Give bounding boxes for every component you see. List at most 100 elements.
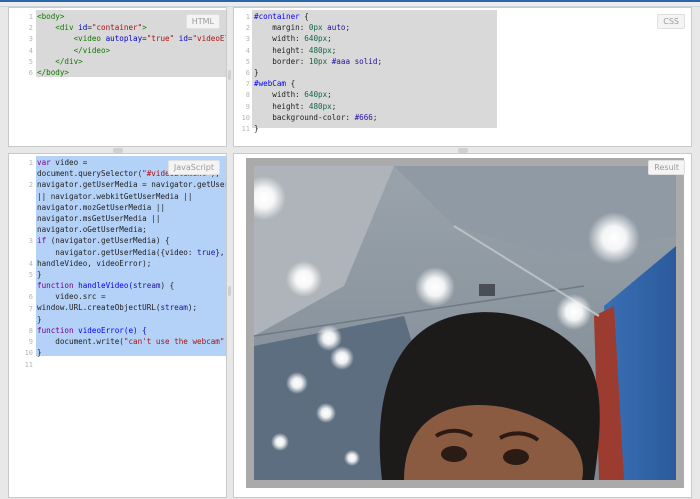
webcam-video[interactable] bbox=[254, 166, 676, 480]
line-number: 6 bbox=[28, 69, 33, 77]
code-token: videoError(e) { bbox=[78, 325, 147, 335]
code-line[interactable]: || navigator.webkitGetUserMedia || bbox=[37, 191, 226, 202]
code-line[interactable]: navigator.getUserMedia = navigator.getUs… bbox=[37, 179, 226, 190]
code-token: } bbox=[37, 314, 42, 324]
code-line[interactable]: width: 640px; bbox=[254, 33, 382, 44]
code-line[interactable]: } bbox=[37, 269, 226, 280]
code-token: background-color: bbox=[254, 112, 355, 122]
code-line[interactable]: } bbox=[254, 67, 382, 78]
code-line[interactable]: </div> bbox=[37, 56, 226, 67]
vertical-resize-handle-top[interactable] bbox=[228, 70, 231, 80]
code-token: document.querySelector( bbox=[37, 169, 143, 179]
code-line[interactable]: function handleVideo(stream) { bbox=[37, 280, 226, 291]
js-code[interactable]: var video =document.querySelector("#vide… bbox=[37, 157, 226, 358]
code-token: ); bbox=[224, 337, 226, 346]
code-token: ; bbox=[331, 101, 337, 111]
code-line[interactable]: } bbox=[37, 347, 226, 358]
line-number: 9 bbox=[245, 102, 250, 111]
code-token: ; bbox=[331, 45, 337, 55]
code-token: <body> bbox=[37, 12, 65, 21]
javascript-pane-label: JavaScript bbox=[167, 160, 220, 175]
code-line[interactable]: navigator.msGetUserMedia || bbox=[37, 213, 226, 224]
line-number: 5 bbox=[245, 57, 250, 66]
line-number: 6 bbox=[28, 293, 33, 302]
code-line[interactable]: function videoError(e) { bbox=[37, 325, 226, 336]
line-number: 3 bbox=[28, 35, 33, 44]
code-token: ) { bbox=[160, 281, 175, 291]
code-line[interactable]: margin: 0px auto; bbox=[254, 22, 382, 33]
code-token: "videoElement" bbox=[192, 34, 226, 44]
html-editor-pane[interactable]: 123456 <body> <div id="container"> <vide… bbox=[8, 7, 227, 147]
css-code[interactable]: #container { margin: 0px auto; width: 64… bbox=[254, 11, 382, 134]
code-token: 480px bbox=[308, 101, 332, 111]
code-token: { bbox=[286, 79, 296, 89]
code-token: } bbox=[37, 348, 42, 358]
code-line[interactable]: navigator.mozGetUserMedia || bbox=[37, 202, 226, 213]
horizontal-resize-handle-left[interactable] bbox=[113, 148, 123, 153]
top-toolbar bbox=[0, 0, 700, 7]
code-token: } bbox=[254, 67, 259, 77]
code-token: ; bbox=[345, 23, 351, 33]
code-token: auto bbox=[327, 23, 346, 33]
code-line[interactable]: #container { bbox=[254, 11, 382, 22]
code-line[interactable]: #webCam { bbox=[254, 78, 382, 89]
code-token: navigator.msGetUserMedia || bbox=[37, 213, 161, 223]
code-line[interactable]: <video autoplay="true" id="videoElement"… bbox=[37, 33, 226, 44]
code-token: { bbox=[299, 12, 309, 21]
horizontal-resize-handle-right[interactable] bbox=[458, 148, 468, 153]
code-token: solid bbox=[354, 56, 378, 66]
code-token: 0px bbox=[308, 23, 328, 33]
line-number: 11 bbox=[24, 360, 33, 369]
line-number: 9 bbox=[28, 338, 33, 347]
code-line[interactable]: </body> bbox=[37, 67, 226, 78]
code-line[interactable]: navigator.oGetUserMedia; bbox=[37, 224, 226, 235]
css-editor-pane[interactable]: 1 2 3 4 5 6 7 8 9 10 11 #container { margin: 0px a… bbox=[233, 7, 692, 147]
code-token: <video bbox=[37, 34, 106, 44]
vertical-resize-handle-bottom[interactable] bbox=[228, 286, 231, 296]
code-line[interactable]: </video> bbox=[37, 45, 226, 56]
line-number: 10 bbox=[24, 349, 33, 358]
line-number: 3 bbox=[28, 237, 33, 246]
code-line[interactable]: } bbox=[37, 314, 226, 325]
code-line[interactable]: navigator.getUserMedia({video: true}, bbox=[37, 247, 226, 258]
code-token: id bbox=[178, 34, 188, 44]
code-line[interactable]: } bbox=[254, 123, 382, 134]
line-number: 1 bbox=[28, 159, 33, 167]
result-pane-label: Result bbox=[648, 160, 685, 175]
code-token: </video> bbox=[37, 45, 111, 55]
code-line[interactable]: width: 640px; bbox=[254, 89, 382, 100]
code-line[interactable]: if (navigator.getUserMedia) { bbox=[37, 235, 226, 246]
code-token: "true" bbox=[146, 34, 179, 44]
code-token: autoplay bbox=[105, 34, 143, 44]
code-token: height: bbox=[254, 45, 309, 55]
code-token: ); bbox=[187, 303, 198, 313]
code-token: "can't use the webcam" bbox=[123, 337, 225, 346]
line-number: 6 bbox=[245, 69, 250, 77]
code-line[interactable]: height: 480px; bbox=[254, 101, 382, 112]
code-token: true bbox=[197, 247, 216, 257]
code-line[interactable]: handleVideo, videoError); bbox=[37, 258, 226, 269]
line-number: 2 bbox=[28, 24, 33, 33]
code-line[interactable]: window.URL.createObjectURL(stream); bbox=[37, 302, 226, 313]
line-number: 2 bbox=[28, 181, 33, 190]
accent-stripe bbox=[0, 0, 700, 2]
line-number: 8 bbox=[245, 91, 250, 100]
code-line[interactable]: background-color: #666; bbox=[254, 112, 382, 123]
code-line[interactable]: document.write("can't use the webcam"); bbox=[37, 336, 226, 347]
line-number: 3 bbox=[245, 35, 250, 44]
javascript-editor-pane[interactable]: 1 2 3 4 5 6 7 8 9 10 11 var video = document.queryS… bbox=[8, 153, 227, 498]
line-number: 4 bbox=[245, 46, 250, 55]
code-token: handleVideo, videoError); bbox=[37, 258, 152, 268]
code-token: border: bbox=[254, 56, 309, 66]
line-number: 4 bbox=[28, 46, 33, 55]
code-token: </body> bbox=[37, 67, 70, 77]
code-line[interactable]: video.src = bbox=[37, 291, 226, 302]
line-number: 5 bbox=[28, 57, 33, 66]
code-token: var bbox=[37, 158, 56, 167]
code-line[interactable]: border: 10px #aaa solid; bbox=[254, 56, 382, 67]
line-number: 5 bbox=[28, 271, 33, 279]
code-line[interactable]: height: 480px; bbox=[254, 45, 382, 56]
code-token: 640px bbox=[304, 90, 328, 100]
code-token: width: bbox=[254, 90, 305, 100]
code-token: window.URL.createObjectURL( bbox=[37, 303, 161, 313]
